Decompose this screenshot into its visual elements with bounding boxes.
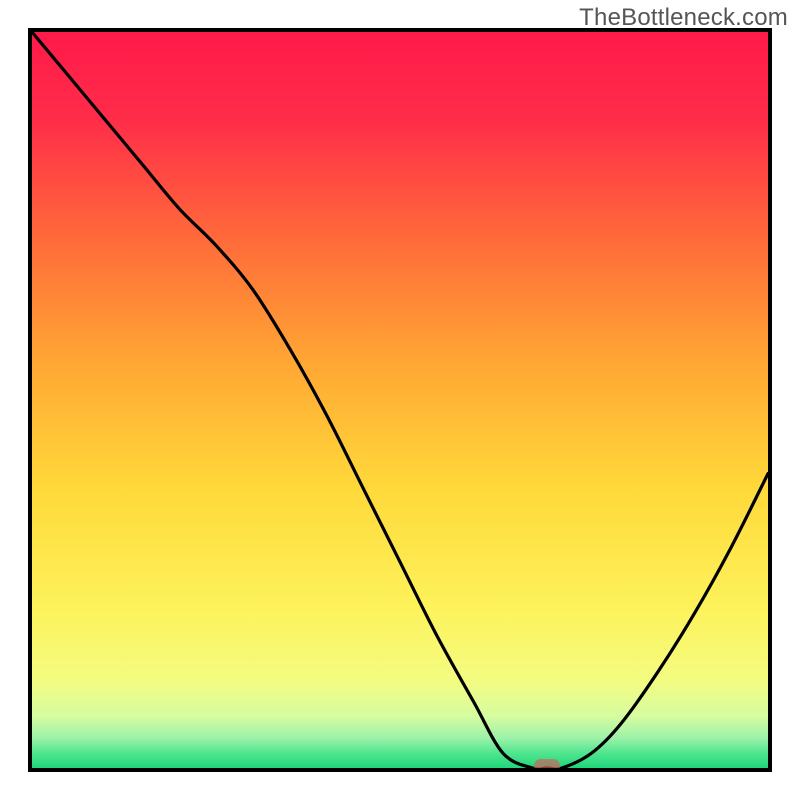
optimal-point-marker xyxy=(534,759,560,772)
plot-area xyxy=(28,28,772,772)
watermark-text: TheBottleneck.com xyxy=(579,4,788,32)
chart-frame: TheBottleneck.com xyxy=(0,0,800,800)
bottleneck-curve xyxy=(32,32,768,768)
